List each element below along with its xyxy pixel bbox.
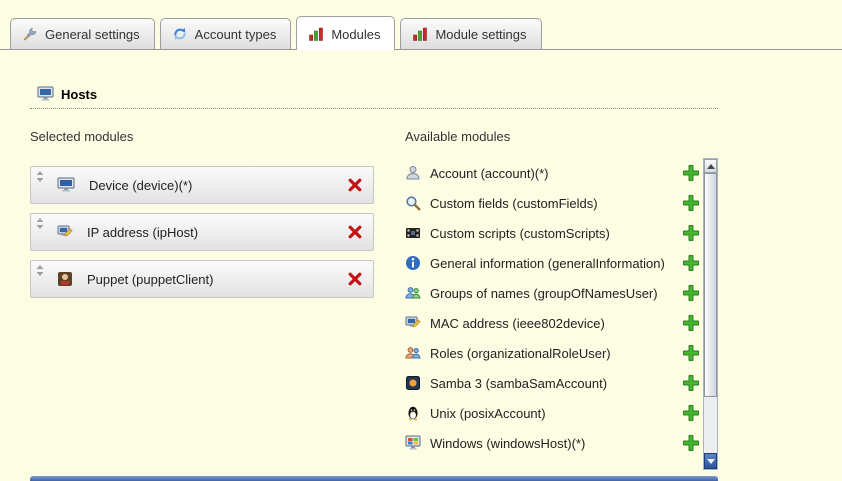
info-icon bbox=[405, 255, 421, 271]
available-modules-heading: Available modules bbox=[405, 129, 718, 144]
selected-modules-column: Selected modules Device (device)(*) bbox=[30, 129, 405, 470]
section-title: Hosts bbox=[61, 87, 97, 102]
green-plus-icon bbox=[683, 285, 699, 301]
tab-modules[interactable]: Modules bbox=[296, 16, 395, 49]
add-module-button[interactable] bbox=[683, 315, 699, 331]
add-module-button[interactable] bbox=[683, 255, 699, 271]
available-module-row-generalinformation: General information (generalInformation) bbox=[405, 248, 699, 278]
arrow-up-icon bbox=[707, 164, 715, 169]
green-plus-icon bbox=[683, 195, 699, 211]
network-edit-icon bbox=[57, 224, 73, 240]
green-plus-icon bbox=[683, 225, 699, 241]
penguin-icon bbox=[405, 405, 421, 421]
available-modules-column: Available modules Account (account)(*) bbox=[405, 129, 718, 470]
monitor-icon bbox=[57, 177, 75, 193]
available-module-label: Custom scripts (customScripts) bbox=[430, 226, 668, 241]
tab-bar: General settings Account types Modules bbox=[0, 0, 842, 50]
scroll-up-button[interactable] bbox=[704, 159, 717, 173]
green-plus-icon bbox=[683, 435, 699, 451]
available-module-label: Unix (posixAccount) bbox=[430, 406, 668, 421]
available-module-label: Samba 3 (sambaSamAccount) bbox=[430, 376, 668, 391]
selected-module-label: Puppet (puppetClient) bbox=[87, 272, 347, 287]
samba-icon bbox=[405, 375, 421, 391]
add-module-button[interactable] bbox=[683, 195, 699, 211]
red-x-icon bbox=[347, 271, 363, 287]
windows-icon bbox=[405, 435, 421, 451]
available-module-row-unix: Unix (posixAccount) bbox=[405, 398, 699, 428]
available-module-row-macaddress: MAC address (ieee802device) bbox=[405, 308, 699, 338]
available-modules-scrollbar[interactable] bbox=[703, 158, 718, 470]
arrow-down-icon bbox=[707, 459, 715, 464]
available-module-label: MAC address (ieee802device) bbox=[430, 316, 668, 331]
selected-module-row-iphost[interactable]: IP address (ipHost) bbox=[30, 213, 374, 251]
available-module-row-windows: Windows (windowsHost)(*) bbox=[405, 428, 699, 458]
available-module-label: Account (account)(*) bbox=[430, 166, 668, 181]
add-module-button[interactable] bbox=[683, 435, 699, 451]
selected-module-label: IP address (ipHost) bbox=[87, 225, 347, 240]
scrollbar-thumb[interactable] bbox=[704, 173, 717, 397]
available-module-row-customscripts: Custom scripts (customScripts) bbox=[405, 218, 699, 248]
green-plus-icon bbox=[683, 375, 699, 391]
module-configuration-page: General settings Account types Modules bbox=[0, 0, 842, 481]
tools-icon bbox=[22, 26, 38, 42]
magnifier-icon bbox=[405, 195, 421, 211]
available-module-label: Roles (organizationalRoleUser) bbox=[430, 346, 668, 361]
remove-module-button[interactable] bbox=[347, 224, 363, 240]
section-heading-hosts: Hosts bbox=[30, 86, 718, 109]
available-module-label: Windows (windowsHost)(*) bbox=[430, 436, 668, 451]
available-module-row-samba3: Samba 3 (sambaSamAccount) bbox=[405, 368, 699, 398]
puppet-icon bbox=[57, 271, 73, 287]
group-icon bbox=[405, 285, 421, 301]
remove-module-button[interactable] bbox=[347, 177, 363, 193]
tab-label: Account types bbox=[195, 27, 277, 42]
green-plus-icon bbox=[683, 405, 699, 421]
red-x-icon bbox=[347, 224, 363, 240]
add-module-button[interactable] bbox=[683, 285, 699, 301]
available-module-row-account: Account (account)(*) bbox=[405, 158, 699, 188]
add-module-button[interactable] bbox=[683, 375, 699, 391]
available-module-label: Custom fields (customFields) bbox=[430, 196, 668, 211]
remove-module-button[interactable] bbox=[347, 271, 363, 287]
add-module-button[interactable] bbox=[683, 225, 699, 241]
tab-label: General settings bbox=[45, 27, 140, 42]
sync-icon bbox=[172, 26, 188, 42]
green-plus-icon bbox=[683, 345, 699, 361]
available-module-row-groupofnames: Groups of names (groupOfNamesUser) bbox=[405, 278, 699, 308]
red-x-icon bbox=[347, 177, 363, 193]
computer-icon bbox=[37, 86, 54, 102]
group-icon bbox=[405, 345, 421, 361]
selected-modules-heading: Selected modules bbox=[30, 129, 405, 144]
available-module-label: Groups of names (groupOfNamesUser) bbox=[430, 286, 668, 301]
bar-chart-icon bbox=[308, 26, 324, 42]
selected-module-row-device[interactable]: Device (device)(*) bbox=[30, 166, 374, 204]
script-icon bbox=[405, 225, 421, 241]
add-module-button[interactable] bbox=[683, 405, 699, 421]
tab-general-settings[interactable]: General settings bbox=[10, 18, 155, 49]
drag-handle-icon[interactable] bbox=[36, 171, 44, 182]
user-icon bbox=[405, 165, 421, 181]
green-plus-icon bbox=[683, 165, 699, 181]
add-module-button[interactable] bbox=[683, 165, 699, 181]
add-module-button[interactable] bbox=[683, 345, 699, 361]
available-module-row-customfields: Custom fields (customFields) bbox=[405, 188, 699, 218]
bottom-panel-edge bbox=[30, 476, 718, 481]
available-module-row-roles: Roles (organizationalRoleUser) bbox=[405, 338, 699, 368]
tab-label: Modules bbox=[331, 27, 380, 42]
network-edit-icon bbox=[405, 315, 421, 331]
bar-chart-icon bbox=[412, 26, 428, 42]
scroll-down-button[interactable] bbox=[704, 453, 717, 469]
drag-handle-icon[interactable] bbox=[36, 218, 44, 229]
tab-label: Module settings bbox=[435, 27, 526, 42]
tab-account-types[interactable]: Account types bbox=[160, 18, 292, 49]
selected-module-row-puppet[interactable]: Puppet (puppetClient) bbox=[30, 260, 374, 298]
green-plus-icon bbox=[683, 255, 699, 271]
green-plus-icon bbox=[683, 315, 699, 331]
tab-module-settings[interactable]: Module settings bbox=[400, 18, 541, 49]
available-module-label: General information (generalInformation) bbox=[430, 256, 668, 271]
available-modules-list: Account (account)(*) bbox=[405, 158, 718, 470]
selected-module-label: Device (device)(*) bbox=[89, 178, 347, 193]
drag-handle-icon[interactable] bbox=[36, 265, 44, 276]
